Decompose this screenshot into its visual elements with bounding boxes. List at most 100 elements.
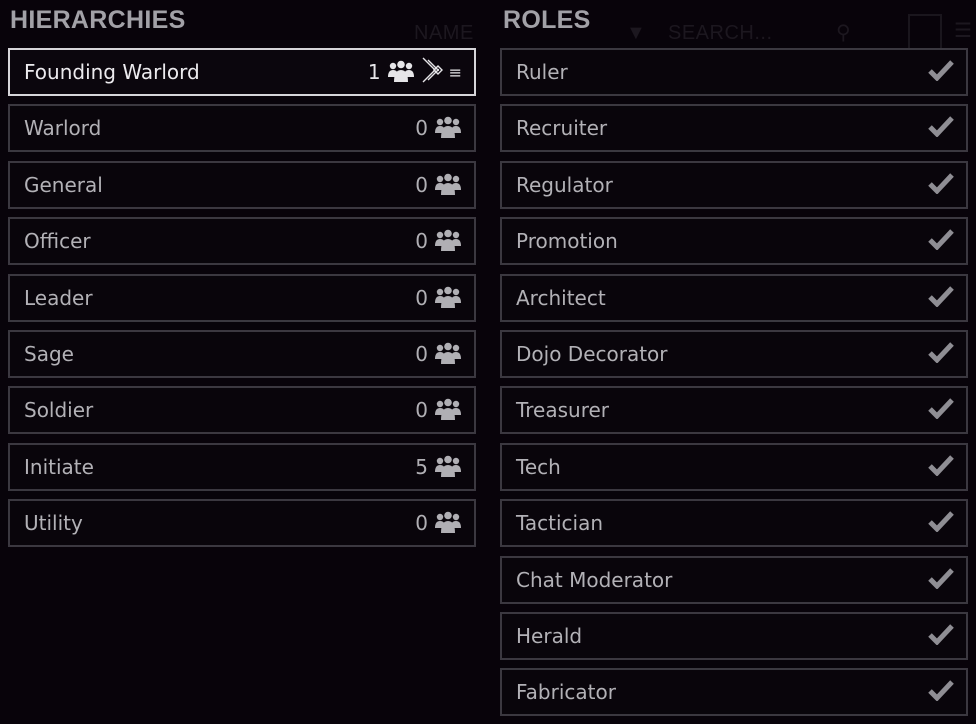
role-label: Tech — [516, 455, 561, 479]
people-group-icon — [434, 398, 462, 422]
role-toggle[interactable] — [928, 341, 954, 367]
checkmark-icon[interactable] — [928, 341, 954, 367]
member-count: 0 — [415, 511, 428, 535]
checkmark-icon[interactable] — [928, 228, 954, 254]
hierarchy-label: Soldier — [24, 398, 94, 422]
rank-chevron-icon — [421, 56, 445, 88]
role-row[interactable]: Herald — [500, 612, 968, 660]
people-group-icon — [434, 116, 462, 140]
checkmark-icon[interactable] — [928, 397, 954, 423]
member-count: 0 — [415, 116, 428, 140]
role-toggle[interactable] — [928, 172, 954, 198]
hierarchy-meta: 0 — [415, 342, 462, 366]
checkmark-icon[interactable] — [928, 115, 954, 141]
hierarchy-meta: 0 — [415, 116, 462, 140]
role-label: Treasurer — [516, 398, 610, 422]
checkmark-icon[interactable] — [928, 285, 954, 311]
hierarchy-row[interactable]: Utility 0 — [8, 499, 476, 547]
checkmark-icon[interactable] — [928, 59, 954, 85]
hierarchy-meta: 5 — [415, 455, 462, 479]
member-count: 0 — [415, 398, 428, 422]
checkmark-icon[interactable] — [928, 679, 954, 705]
checkmark-icon[interactable] — [928, 454, 954, 480]
member-count: 0 — [415, 342, 428, 366]
role-row[interactable]: Tactician — [500, 499, 968, 547]
role-toggle[interactable] — [928, 397, 954, 423]
role-row[interactable]: Fabricator — [500, 668, 968, 716]
role-label: Ruler — [516, 60, 568, 84]
role-row[interactable]: Ruler — [500, 48, 968, 96]
role-label: Tactician — [516, 511, 604, 535]
ghost-name-label: NAME — [414, 22, 474, 44]
hierarchy-label: Warlord — [24, 116, 102, 140]
people-group-icon — [434, 511, 462, 535]
role-row[interactable]: Promotion — [500, 217, 968, 265]
hierarchy-row[interactable]: General 0 — [8, 161, 476, 209]
member-count: 0 — [415, 286, 428, 310]
ghost-dropdown-arrow: ▼ — [626, 22, 647, 44]
hierarchy-label: Utility — [24, 511, 83, 535]
role-label: Chat Moderator — [516, 568, 673, 592]
people-group-icon — [434, 455, 462, 479]
role-toggle[interactable] — [928, 510, 954, 536]
hierarchy-label: Sage — [24, 342, 74, 366]
checkmark-icon[interactable] — [928, 567, 954, 593]
hierarchy-meta: 0 — [415, 229, 462, 253]
hierarchy-label: General — [24, 173, 103, 197]
role-label: Promotion — [516, 229, 618, 253]
ghost-list-icon: ☰ — [954, 20, 973, 42]
role-row[interactable]: Recruiter — [500, 104, 968, 152]
role-row[interactable]: Tech — [500, 443, 968, 491]
hierarchies-title: HIERARCHIES — [10, 6, 186, 34]
member-count: 5 — [415, 455, 428, 479]
hierarchy-row[interactable]: Founding Warlord 1 ≡ — [8, 48, 476, 96]
ghost-search-placeholder: SEARCH... — [668, 22, 773, 44]
role-toggle[interactable] — [928, 454, 954, 480]
hierarchy-meta: 0 — [415, 173, 462, 197]
people-group-icon — [434, 286, 462, 310]
hierarchy-meta: 0 — [415, 511, 462, 535]
role-label: Regulator — [516, 173, 613, 197]
member-count: 1 — [367, 60, 381, 84]
people-group-icon — [434, 173, 462, 197]
hierarchy-row[interactable]: Warlord 0 — [8, 104, 476, 152]
checkmark-icon[interactable] — [928, 623, 954, 649]
hierarchy-row[interactable]: Officer 0 — [8, 217, 476, 265]
hierarchy-meta: 1 ≡ — [368, 56, 462, 88]
hierarchy-row[interactable]: Initiate 5 — [8, 443, 476, 491]
hierarchy-label: Initiate — [24, 455, 94, 479]
hierarchy-meta: 0 — [415, 398, 462, 422]
hierarchy-meta: 0 — [415, 286, 462, 310]
role-toggle[interactable] — [928, 228, 954, 254]
ghost-news-icon — [908, 14, 942, 50]
checkmark-icon[interactable] — [928, 172, 954, 198]
hierarchy-label: Founding Warlord — [24, 60, 200, 84]
ghost-search-icon: ⚲ — [836, 22, 852, 44]
role-row[interactable]: Chat Moderator — [500, 556, 968, 604]
role-row[interactable]: Treasurer — [500, 386, 968, 434]
role-row[interactable]: Architect — [500, 274, 968, 322]
role-row[interactable]: Regulator — [500, 161, 968, 209]
hierarchy-label: Leader — [24, 286, 93, 310]
role-toggle[interactable] — [928, 285, 954, 311]
roles-title: ROLES — [503, 6, 591, 34]
member-count: 0 — [415, 229, 428, 253]
role-toggle[interactable] — [928, 115, 954, 141]
role-label: Fabricator — [516, 680, 616, 704]
hierarchy-label: Officer — [24, 229, 91, 253]
hierarchy-row[interactable]: Sage 0 — [8, 330, 476, 378]
hierarchy-row[interactable]: Leader 0 — [8, 274, 476, 322]
people-group-icon — [387, 60, 415, 84]
hamburger-icon[interactable]: ≡ — [449, 63, 462, 82]
checkmark-icon[interactable] — [928, 510, 954, 536]
role-label: Recruiter — [516, 116, 608, 140]
role-toggle[interactable] — [928, 59, 954, 85]
hierarchy-row[interactable]: Soldier 0 — [8, 386, 476, 434]
role-toggle[interactable] — [928, 623, 954, 649]
people-group-icon — [434, 229, 462, 253]
role-toggle[interactable] — [928, 679, 954, 705]
role-row[interactable]: Dojo Decorator — [500, 330, 968, 378]
role-toggle[interactable] — [928, 567, 954, 593]
role-label: Herald — [516, 624, 583, 648]
role-label: Dojo Decorator — [516, 342, 668, 366]
